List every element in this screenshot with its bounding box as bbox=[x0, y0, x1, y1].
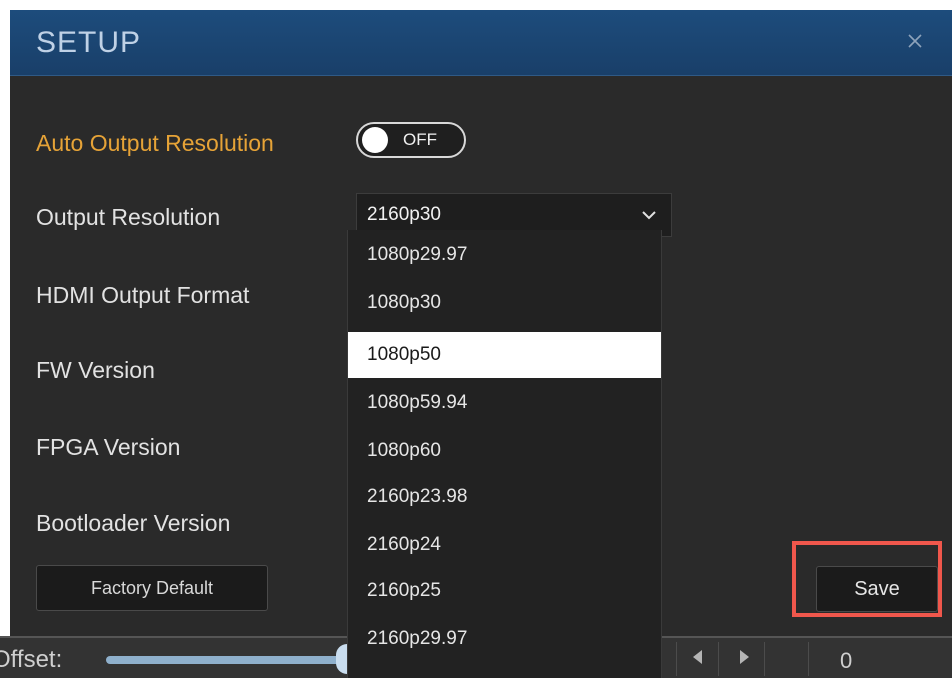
offset-value: 0 bbox=[840, 648, 853, 673]
chevron-down-icon bbox=[641, 208, 657, 222]
save-button[interactable]: Save bbox=[816, 566, 938, 612]
auto-output-resolution-label: Auto Output Resolution bbox=[36, 130, 274, 156]
option-label: 2160p23.98 bbox=[367, 486, 468, 507]
option-label: 1080p30 bbox=[367, 292, 441, 313]
fw-version-label: FW Version bbox=[36, 357, 155, 383]
output-resolution-dropdown: 1080p29.97 1080p30 1080p50 1080p59.94 10… bbox=[347, 230, 662, 678]
option-label: 1080p59.94 bbox=[367, 392, 468, 413]
dialog-title: SETUP bbox=[36, 26, 142, 59]
dropdown-option[interactable]: 2160p25 bbox=[348, 568, 661, 614]
divider bbox=[676, 642, 677, 676]
dropdown-option-highlighted[interactable]: 1080p50 bbox=[348, 332, 661, 378]
dropdown-option[interactable]: 1080p60 bbox=[348, 428, 661, 474]
dropdown-option[interactable]: 1080p59.94 bbox=[348, 380, 661, 426]
dropdown-option[interactable]: 1080p29.97 bbox=[348, 232, 661, 278]
close-icon[interactable] bbox=[906, 32, 924, 50]
fpga-version-label: FPGA Version bbox=[36, 434, 181, 460]
bootloader-version-label: Bootloader Version bbox=[36, 510, 231, 536]
auto-output-resolution-toggle[interactable]: OFF bbox=[356, 122, 466, 158]
dropdown-option[interactable]: 2160p24 bbox=[348, 522, 661, 568]
toggle-knob bbox=[362, 127, 388, 153]
divider bbox=[808, 642, 809, 676]
option-label: 2160p25 bbox=[367, 580, 441, 601]
option-label: 1080p50 bbox=[367, 344, 441, 365]
hdmi-output-format-label: HDMI Output Format bbox=[36, 282, 250, 308]
factory-default-button[interactable]: Factory Default bbox=[36, 565, 268, 611]
option-label: 2160p24 bbox=[367, 534, 441, 555]
output-resolution-value: 2160p30 bbox=[367, 204, 441, 225]
divider bbox=[718, 642, 719, 676]
option-label: 2160p29.97 bbox=[367, 628, 468, 649]
option-label: 1080p29.97 bbox=[367, 244, 468, 265]
divider bbox=[764, 642, 765, 676]
toggle-state-text: OFF bbox=[403, 130, 437, 149]
offset-label: Offset: bbox=[0, 646, 63, 673]
option-label: 1080p60 bbox=[367, 440, 441, 461]
nav-prev-icon[interactable] bbox=[690, 648, 704, 666]
screen: Offset: 0 SETUP Auto Output Resolution O bbox=[0, 0, 952, 678]
dropdown-option[interactable]: 2160p23.98 bbox=[348, 474, 661, 520]
dropdown-option[interactable]: 1080p30 bbox=[348, 280, 661, 326]
output-resolution-label: Output Resolution bbox=[36, 204, 221, 230]
dialog-titlebar: SETUP bbox=[10, 10, 952, 76]
nav-next-icon[interactable] bbox=[738, 648, 752, 666]
dropdown-option[interactable]: 2160p29.97 bbox=[348, 616, 661, 662]
